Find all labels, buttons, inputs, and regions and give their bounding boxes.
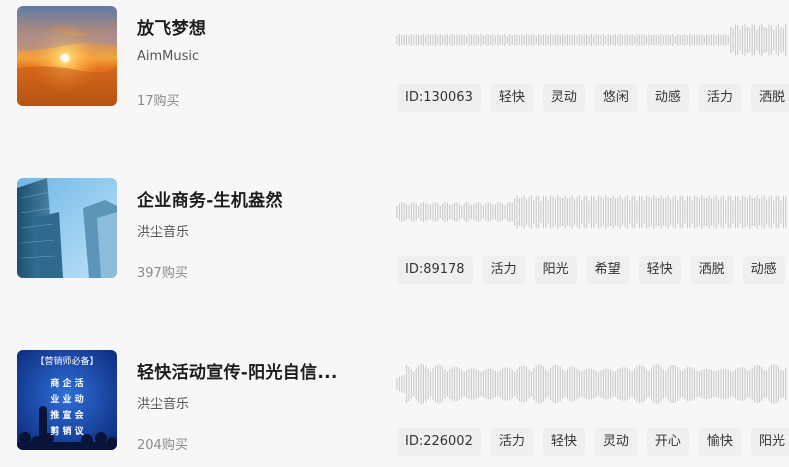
- poster-heading: 【营销师必备】: [35, 355, 98, 367]
- tag[interactable]: 动感: [742, 256, 785, 284]
- track-title[interactable]: 企业商务-生机盎然: [137, 186, 283, 211]
- tag-list: ID:89178 活力 阳光 希望 轻快 洒脱 动感: [397, 256, 789, 284]
- tag-list: ID:226002 活力 轻快 灵动 开心 愉快 阳光: [397, 428, 789, 456]
- track-row: 企业商务-生机盎然 洪尘音乐 397购买 ID:89178 活力 阳光 希望 轻…: [0, 178, 789, 288]
- waveform[interactable]: [396, 354, 789, 414]
- tag[interactable]: 洒脱: [690, 256, 733, 284]
- tag[interactable]: 阳光: [750, 428, 789, 456]
- tag[interactable]: 洒脱: [750, 84, 789, 112]
- track-sales-count: 204购买: [137, 438, 188, 453]
- poster-line: 剪 销 议: [50, 425, 84, 437]
- track-author[interactable]: AimMusic: [137, 49, 199, 64]
- tag[interactable]: 活力: [490, 428, 533, 456]
- poster-line: 商 企 活: [50, 377, 83, 389]
- tag[interactable]: 轻快: [638, 256, 681, 284]
- track-id-tag[interactable]: ID:130063: [397, 84, 481, 112]
- tag[interactable]: 愉快: [698, 428, 741, 456]
- track-row: 放飞梦想 AimMusic 17购买 ID:130063 轻快 灵动 悠闲 动感…: [0, 6, 789, 116]
- track-cover[interactable]: [17, 6, 117, 106]
- tag[interactable]: 灵动: [542, 84, 585, 112]
- track-sales-count: 17购买: [137, 94, 180, 109]
- poster-line: 推 宣 会: [50, 409, 84, 421]
- track-cover[interactable]: 【营销师必备】 商 企 活 业 业 动 推 宣 会 剪 销 议: [17, 350, 117, 450]
- track-cover[interactable]: [17, 178, 117, 278]
- track-id-tag[interactable]: ID:226002: [397, 428, 481, 456]
- waveform[interactable]: [396, 182, 789, 242]
- track-sales-count: 397购买: [137, 266, 188, 281]
- waveform[interactable]: [396, 10, 789, 70]
- tag[interactable]: 轻快: [490, 84, 533, 112]
- tag[interactable]: 灵动: [594, 428, 637, 456]
- tag[interactable]: 阳光: [534, 256, 577, 284]
- tag[interactable]: 悠闲: [594, 84, 637, 112]
- tag[interactable]: 活力: [698, 84, 741, 112]
- tag[interactable]: 希望: [586, 256, 629, 284]
- tag[interactable]: 活力: [482, 256, 525, 284]
- track-title[interactable]: 放飞梦想: [137, 14, 206, 39]
- tag[interactable]: 轻快: [542, 428, 585, 456]
- track-author[interactable]: 洪尘音乐: [137, 221, 189, 240]
- poster-line: 业 业 动: [50, 393, 83, 405]
- track-id-tag[interactable]: ID:89178: [397, 256, 473, 284]
- tag-list: ID:130063 轻快 灵动 悠闲 动感 活力 洒脱: [397, 84, 789, 112]
- track-title[interactable]: 轻快活动宣传-阳光自信...: [137, 358, 338, 383]
- tag[interactable]: 开心: [646, 428, 689, 456]
- track-author[interactable]: 洪尘音乐: [137, 393, 189, 412]
- track-row: 【营销师必备】 商 企 活 业 业 动 推 宣 会 剪 销 议 轻快活动宣传-阳…: [0, 350, 789, 460]
- music-list-page: { "tracks": [ { "title": "放飞梦想", "author…: [0, 0, 789, 467]
- tag[interactable]: 动感: [646, 84, 689, 112]
